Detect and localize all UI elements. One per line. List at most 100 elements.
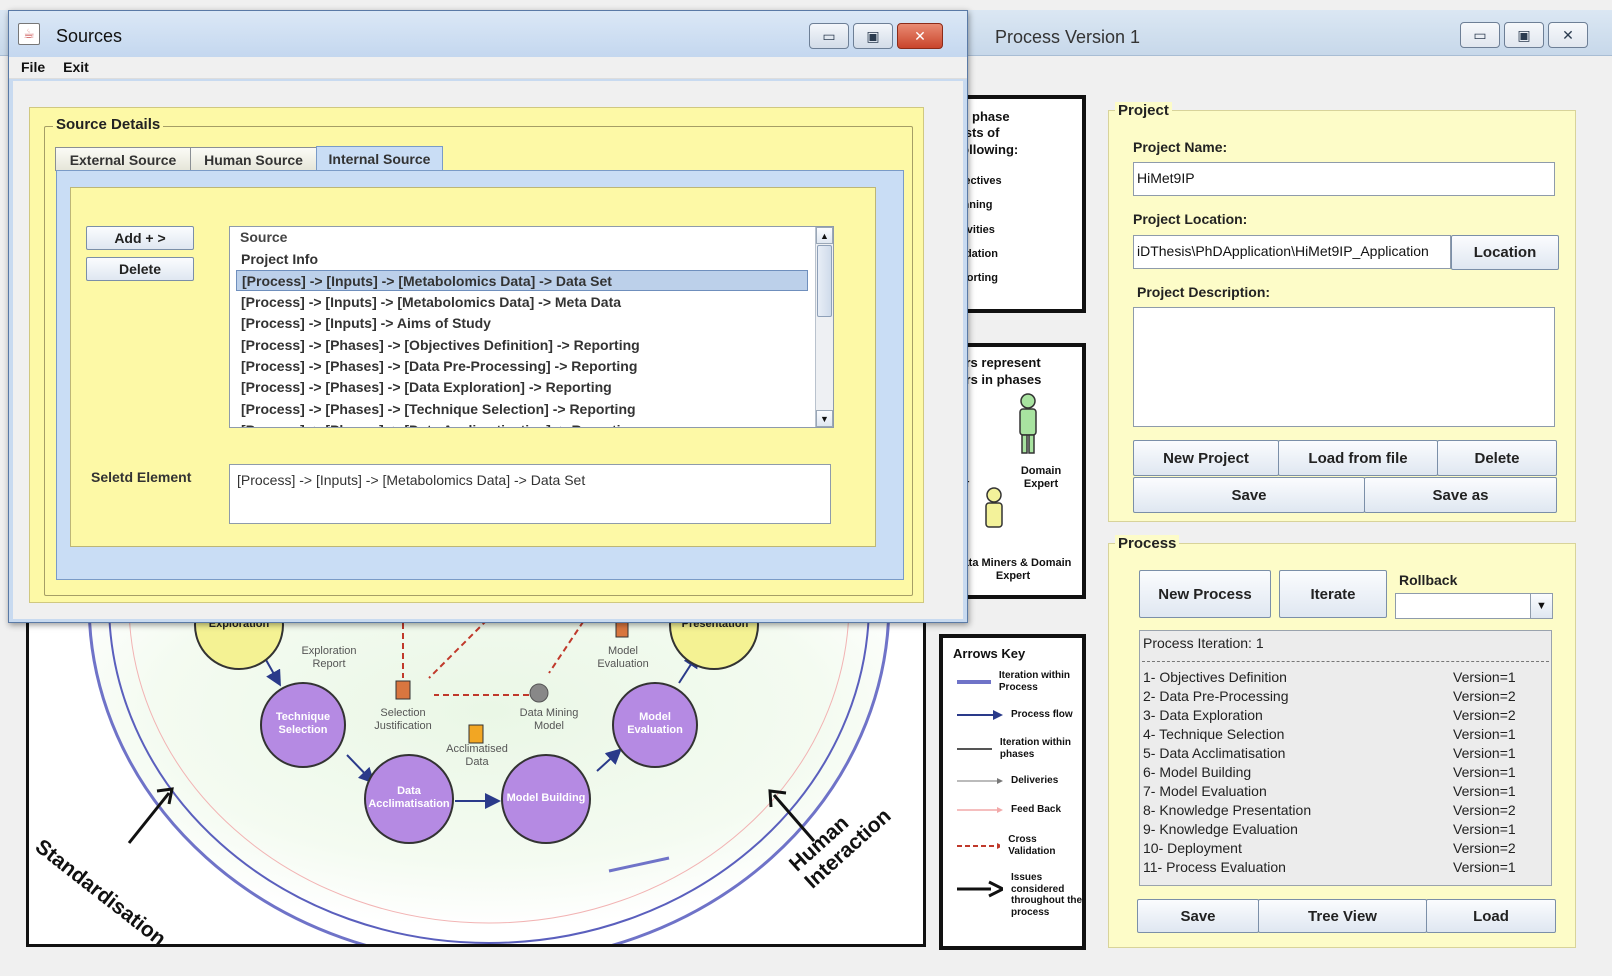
menu-exit[interactable]: Exit [51, 57, 95, 78]
java-app-icon: ☕ [18, 23, 40, 45]
main-minimize-button[interactable]: ▭ [1460, 22, 1500, 48]
tab-internal-source[interactable]: Internal Source [316, 146, 443, 171]
delete-project-button[interactable]: Delete [1437, 440, 1557, 476]
arrows-key-title: Arrows Key [953, 646, 1026, 661]
source-list-item[interactable]: [Process] -> [Phases] -> [Objectives Def… [240, 335, 806, 356]
save-process-button[interactable]: Save [1137, 899, 1259, 933]
scroll-thumb[interactable] [817, 245, 832, 317]
arrow-key-label: Iteration within phases [999, 737, 1071, 760]
issues-arrow-icon [957, 880, 1003, 898]
phase-version: Version=2 [1453, 802, 1516, 818]
phase-name: 4- Technique Selection [1143, 726, 1285, 742]
phase-version: Version=1 [1453, 859, 1516, 875]
arrow-key-label: Process flow [1011, 709, 1073, 721]
sources-minimize-button[interactable]: ▭ [809, 23, 849, 49]
process-phase-row[interactable]: 3- Data Exploration Version=2 [1143, 707, 1538, 726]
main-maximize-button[interactable]: ▣ [1504, 22, 1544, 48]
new-project-button[interactable]: New Project [1133, 440, 1279, 476]
save-project-button[interactable]: Save [1133, 477, 1365, 513]
phase-name: 8- Knowledge Presentation [1143, 802, 1312, 818]
phase-version: Version=1 [1453, 745, 1516, 761]
phase-version: Version=1 [1453, 783, 1516, 799]
project-panel-title: Project [1115, 102, 1172, 119]
process-phase-row[interactable]: 7- Model Evaluation Version=1 [1143, 783, 1538, 802]
phase-version: Version=1 [1453, 764, 1516, 780]
source-list-item[interactable]: [Process] -> [Phases] -> [Data Acclimati… [240, 420, 806, 427]
both-workers-figure-icon [985, 487, 1003, 528]
source-list-item[interactable]: [Process] -> [Inputs] -> Aims of Study [240, 313, 806, 334]
process-panel-title: Process [1115, 535, 1180, 552]
arrow-key-row: Iteration within Process [957, 670, 1082, 693]
chevron-down-icon[interactable]: ▼ [1530, 594, 1552, 618]
phase-name: 1- Objectives Definition [1143, 669, 1287, 685]
source-list-item[interactable]: [Process] -> [Phases] -> [Data Pre-Proce… [240, 356, 806, 377]
process-phase-row[interactable]: 11- Process Evaluation Version=1 [1143, 859, 1538, 878]
source-list-item[interactable]: Project Info [240, 249, 806, 270]
new-process-button[interactable]: New Process [1139, 570, 1271, 618]
sources-maximize-button[interactable]: ▣ [853, 23, 893, 49]
process-phase-row[interactable]: 8- Knowledge Presentation Version=2 [1143, 802, 1538, 821]
load-from-file-button[interactable]: Load from file [1278, 440, 1438, 476]
scroll-up-icon[interactable]: ▲ [816, 227, 833, 244]
scroll-down-icon[interactable]: ▼ [816, 410, 833, 427]
phase-name: 3- Data Exploration [1143, 707, 1263, 723]
arrow-key-row: Feed Back [957, 803, 1061, 817]
source-details-title: Source Details [53, 116, 164, 133]
phase-version: Version=2 [1453, 688, 1516, 704]
location-button[interactable]: Location [1451, 235, 1559, 270]
phase-version: Version=1 [1453, 669, 1516, 685]
tree-view-button[interactable]: Tree View [1258, 899, 1427, 933]
tab-human-source[interactable]: Human Source [190, 147, 317, 171]
sources-titlebar: ☕ Sources ▭ ▣ ✕ [9, 11, 967, 57]
delete-source-button[interactable]: Delete [86, 257, 194, 281]
source-list-item[interactable]: [Process] -> [Phases] -> [Technique Sele… [240, 399, 806, 420]
add-source-button[interactable]: Add + > [86, 226, 194, 250]
node-model-building: Model Building [506, 792, 586, 804]
sources-body: Source Details External Source Human Sou… [13, 81, 963, 619]
load-process-button[interactable]: Load [1426, 899, 1556, 933]
phase-version: Version=1 [1453, 726, 1516, 742]
source-list-item[interactable]: [Process] -> [Inputs] -> [Metabolomics D… [236, 270, 808, 292]
sources-menubar: File Exit [9, 57, 967, 79]
project-name-input[interactable]: HiMet9IP [1133, 162, 1555, 196]
main-window-title: Process Version 1 [995, 27, 1141, 47]
iteration-phases-arrow-icon [957, 747, 992, 750]
project-description-input[interactable] [1133, 307, 1555, 427]
project-location-label: Project Location: [1133, 211, 1248, 227]
internal-source-content: Add + > Delete Source Project Info [Proce… [70, 187, 876, 547]
source-details-group: Source Details External Source Human Sou… [44, 116, 913, 596]
iterate-button[interactable]: Iterate [1279, 570, 1387, 618]
tab-external-source[interactable]: External Source [55, 147, 191, 171]
process-phase-row[interactable]: 9- Knowledge Evaluation Version=1 [1143, 821, 1538, 840]
save-as-project-button[interactable]: Save as [1364, 477, 1557, 513]
process-flow-arrow-icon [957, 710, 1003, 720]
phase-version: Version=2 [1453, 840, 1516, 856]
arrow-key-label: Deliveries [1011, 775, 1059, 787]
source-list-scrollbar[interactable]: ▲ ▼ [815, 227, 833, 427]
feedback-arrow-icon [957, 807, 1003, 813]
arrow-key-row: Issues considered throughout the process [957, 872, 1082, 918]
sources-close-button[interactable]: ✕ [897, 23, 943, 49]
source-list[interactable]: Source Project Info [Process] -> [Inputs]… [229, 226, 834, 428]
legend-domain-expert-label: Domain Expert [1020, 465, 1062, 491]
process-iterations-list[interactable]: Process Iteration: 1 1- Objectives Defin… [1139, 630, 1552, 886]
selected-element-label: Seletd Element [91, 469, 192, 485]
rollback-select[interactable]: ▼ [1395, 593, 1553, 619]
selected-element-field[interactable]: [Process] -> [Inputs] -> [Metabolomics D… [229, 464, 831, 524]
phase-version: Version=2 [1453, 707, 1516, 723]
deliverable-selection-justification: Selection Justification [374, 707, 432, 733]
process-diagram: Data Exploration Knowledge Presentation … [26, 600, 926, 947]
process-phase-row[interactable]: 6- Model Building Version=1 [1143, 764, 1538, 783]
process-phase-row[interactable]: 1- Objectives Definition Version=1 [1143, 669, 1538, 688]
process-phase-row[interactable]: 10- Deployment Version=2 [1143, 840, 1538, 859]
process-phase-row[interactable]: 2- Data Pre-Processing Version=2 [1143, 688, 1538, 707]
source-list-item[interactable]: [Process] -> [Phases] -> [Data Explorati… [240, 377, 806, 398]
main-close-button[interactable]: ✕ [1548, 22, 1588, 48]
diagram-graphics [87, 603, 891, 944]
arrow-key-label: Iteration within Process [998, 670, 1070, 693]
menu-file[interactable]: File [9, 57, 51, 78]
process-phase-row[interactable]: 4- Technique Selection Version=1 [1143, 726, 1538, 745]
project-location-input[interactable]: iDThesis\PhDApplication\HiMet9IP_Applica… [1133, 235, 1451, 269]
process-phase-row[interactable]: 5- Data Acclimatisation Version=1 [1143, 745, 1538, 764]
source-list-item[interactable]: [Process] -> [Inputs] -> [Metabolomics D… [240, 292, 806, 313]
